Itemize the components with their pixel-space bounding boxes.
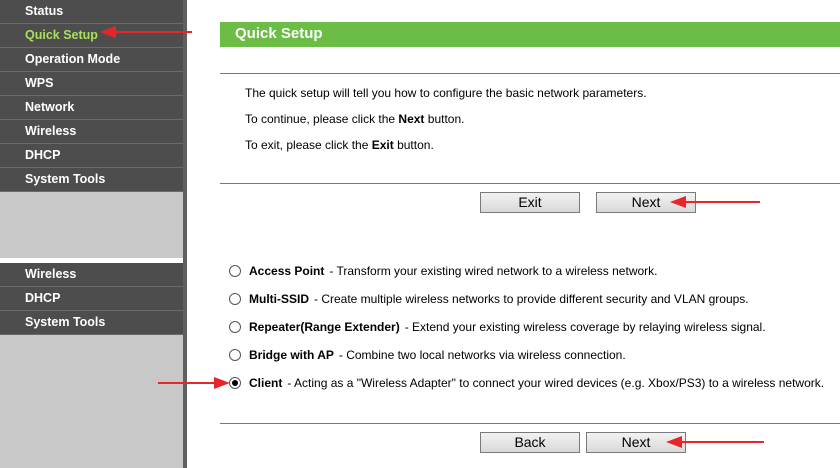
sidebar-item-wireless[interactable]: Wireless bbox=[0, 120, 183, 144]
option-client[interactable]: Client - Acting as a "Wireless Adapter" … bbox=[229, 374, 824, 392]
arrow-right-icon bbox=[158, 377, 230, 389]
page-title: Quick Setup bbox=[235, 25, 323, 42]
sidebar-item-network[interactable]: Network bbox=[0, 96, 183, 120]
page-header: Quick Setup bbox=[220, 22, 840, 47]
divider-top bbox=[220, 73, 840, 74]
sidebar-item-dhcp[interactable]: DHCP bbox=[0, 144, 183, 168]
sidebar-item-system-tools[interactable]: System Tools bbox=[0, 168, 183, 192]
divider-middle bbox=[220, 183, 840, 184]
nav-group-secondary: Wireless DHCP System Tools bbox=[0, 263, 183, 335]
option-multi-ssid[interactable]: Multi-SSID - Create multiple wireless ne… bbox=[229, 290, 749, 308]
sidebar-item-system-tools-2[interactable]: System Tools bbox=[0, 311, 183, 335]
intro-line-2: To continue, please click the Next butto… bbox=[245, 112, 465, 126]
option-desc: - Combine two local networks via wireles… bbox=[338, 348, 626, 362]
radio-access-point[interactable] bbox=[229, 265, 241, 277]
sidebar-item-dhcp-2[interactable]: DHCP bbox=[0, 287, 183, 311]
sidebar-item-wireless-2[interactable]: Wireless bbox=[0, 263, 183, 287]
radio-client[interactable] bbox=[229, 377, 241, 389]
sidebar-item-wps[interactable]: WPS bbox=[0, 72, 183, 96]
radio-repeater[interactable] bbox=[229, 321, 241, 333]
option-name: Multi-SSID bbox=[249, 292, 309, 306]
option-desc: - Extend your existing wireless coverage… bbox=[404, 320, 766, 334]
option-name: Bridge with AP bbox=[249, 348, 334, 362]
intro-line-1: The quick setup will tell you how to con… bbox=[245, 86, 647, 100]
option-name: Client bbox=[249, 376, 283, 390]
option-desc: - Transform your existing wired network … bbox=[329, 264, 658, 278]
radio-multi-ssid[interactable] bbox=[229, 293, 241, 305]
option-name: Access Point bbox=[249, 264, 325, 278]
option-repeater[interactable]: Repeater(Range Extender) - Extend your e… bbox=[229, 318, 766, 336]
arrow-left-icon bbox=[666, 436, 764, 448]
option-desc: - Acting as a "Wireless Adapter" to conn… bbox=[287, 376, 825, 390]
divider-bottom bbox=[220, 423, 840, 424]
back-button[interactable]: Back bbox=[480, 432, 580, 453]
sidebar-border bbox=[183, 0, 187, 468]
arrow-left-icon bbox=[100, 26, 192, 38]
option-name: Repeater(Range Extender) bbox=[249, 320, 400, 334]
option-desc: - Create multiple wireless networks to p… bbox=[314, 292, 749, 306]
option-access-point[interactable]: Access Point - Transform your existing w… bbox=[229, 262, 658, 280]
sidebar-item-operation-mode[interactable]: Operation Mode bbox=[0, 48, 183, 72]
sidebar-item-status[interactable]: Status bbox=[0, 0, 183, 24]
arrow-left-icon bbox=[670, 196, 760, 208]
radio-bridge-with-ap[interactable] bbox=[229, 349, 241, 361]
exit-button[interactable]: Exit bbox=[480, 192, 580, 213]
intro-line-3: To exit, please click the Exit button. bbox=[245, 138, 434, 152]
option-bridge-with-ap[interactable]: Bridge with AP - Combine two local netwo… bbox=[229, 346, 626, 364]
